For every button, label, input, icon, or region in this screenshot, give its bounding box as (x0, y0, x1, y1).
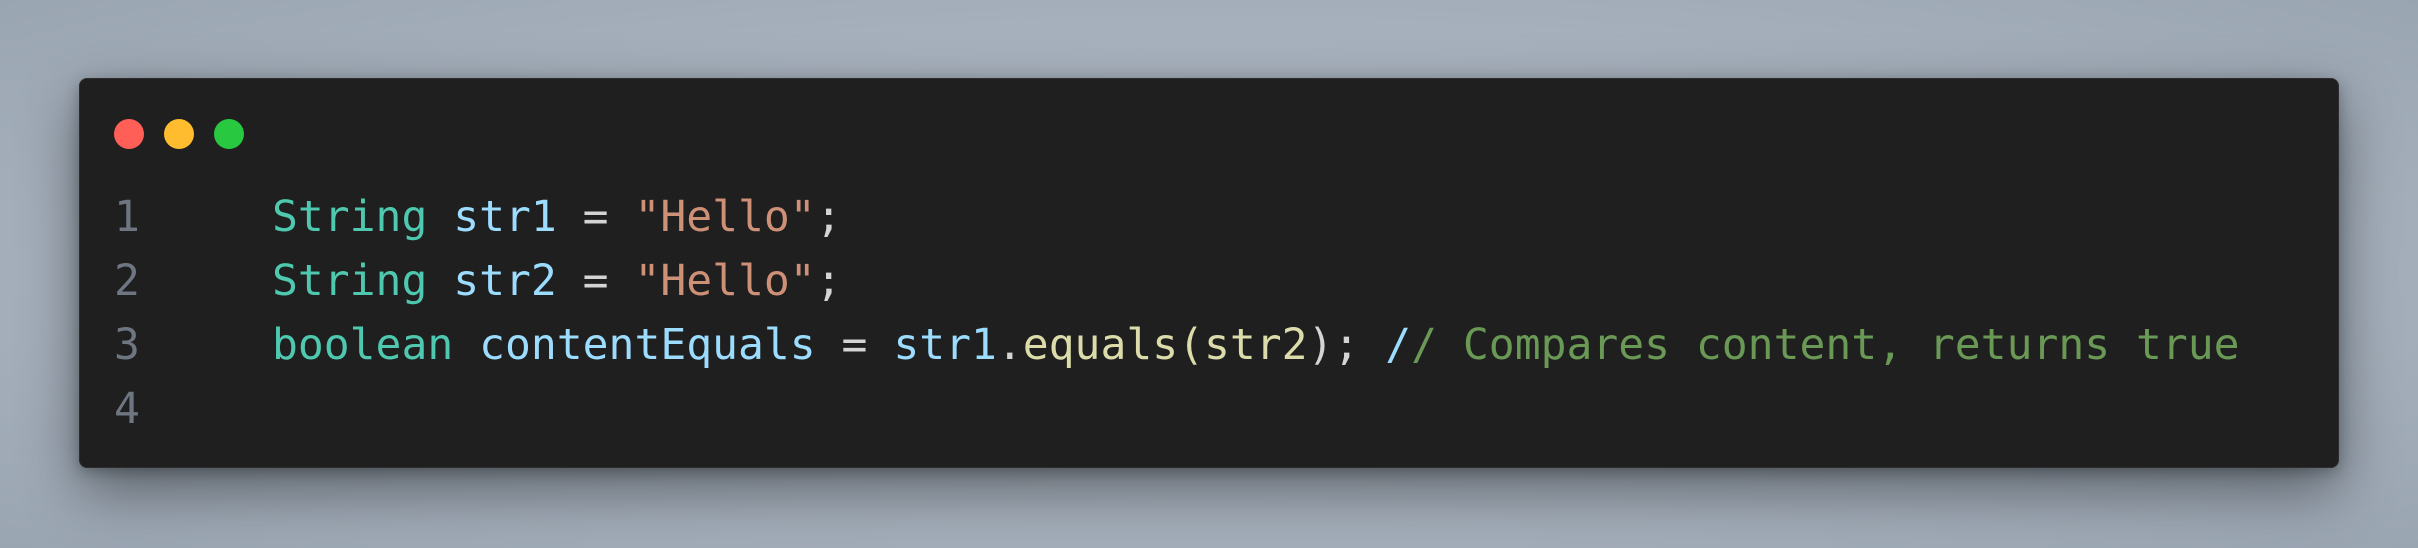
code-window: 1 String str1 = "Hello"; 2 String str2 = "H… (79, 78, 2339, 468)
line-number: 1 (114, 192, 140, 242)
code-text[interactable]: String str2 = "Hello"; (240, 256, 842, 306)
minimize-dot-icon[interactable] (164, 119, 194, 149)
code-line[interactable]: 3 boolean contentEquals = str1.equals(str… (80, 313, 2338, 377)
code-line[interactable]: 4 (80, 377, 2338, 441)
line-number: 3 (114, 320, 140, 370)
code-token-op: = (556, 192, 635, 242)
code-token-fn: ( (1178, 320, 1205, 370)
code-token-type: String (272, 256, 428, 306)
code-token-type: String (272, 192, 428, 242)
code-token-fn: str2 (1204, 320, 1308, 370)
code-token-op (1359, 320, 1385, 370)
code-token-op: ; (815, 192, 842, 242)
code-token-op: . (996, 320, 1023, 370)
close-dot-icon[interactable] (114, 119, 144, 149)
maximize-dot-icon[interactable] (214, 119, 244, 149)
code-token-var: / (1385, 320, 1412, 370)
code-token-op (453, 320, 479, 370)
code-token-op: = (556, 256, 635, 306)
window-controls (114, 119, 244, 149)
code-token-fn: equals (1022, 320, 1179, 370)
code-text[interactable]: String str1 = "Hello"; (240, 192, 842, 242)
code-token-var: str1 (893, 320, 997, 370)
code-token-op: ); (1307, 320, 1360, 370)
code-token-var: contentEquals (479, 320, 816, 370)
code-token-str: "Hello" (634, 256, 816, 306)
line-number: 2 (114, 256, 140, 306)
code-token-var: str1 (453, 192, 557, 242)
code-token-com: / Compares content, returns true (1411, 320, 2240, 370)
code-token-type: boolean (272, 320, 454, 370)
code-text[interactable]: boolean contentEquals = str1.equals(str2… (240, 320, 2240, 370)
code-token-str: "Hello" (634, 192, 816, 242)
code-token-var: str2 (453, 256, 557, 306)
code-token-op: = (815, 320, 894, 370)
code-token-op (427, 256, 453, 306)
code-line[interactable]: 2 String str2 = "Hello"; (80, 249, 2338, 313)
code-editor[interactable]: 1 String str1 = "Hello"; 2 String str2 = "H… (80, 185, 2338, 441)
code-line[interactable]: 1 String str1 = "Hello"; (80, 185, 2338, 249)
line-number: 4 (114, 384, 140, 434)
code-token-op (427, 192, 453, 242)
code-token-op: ; (815, 256, 842, 306)
